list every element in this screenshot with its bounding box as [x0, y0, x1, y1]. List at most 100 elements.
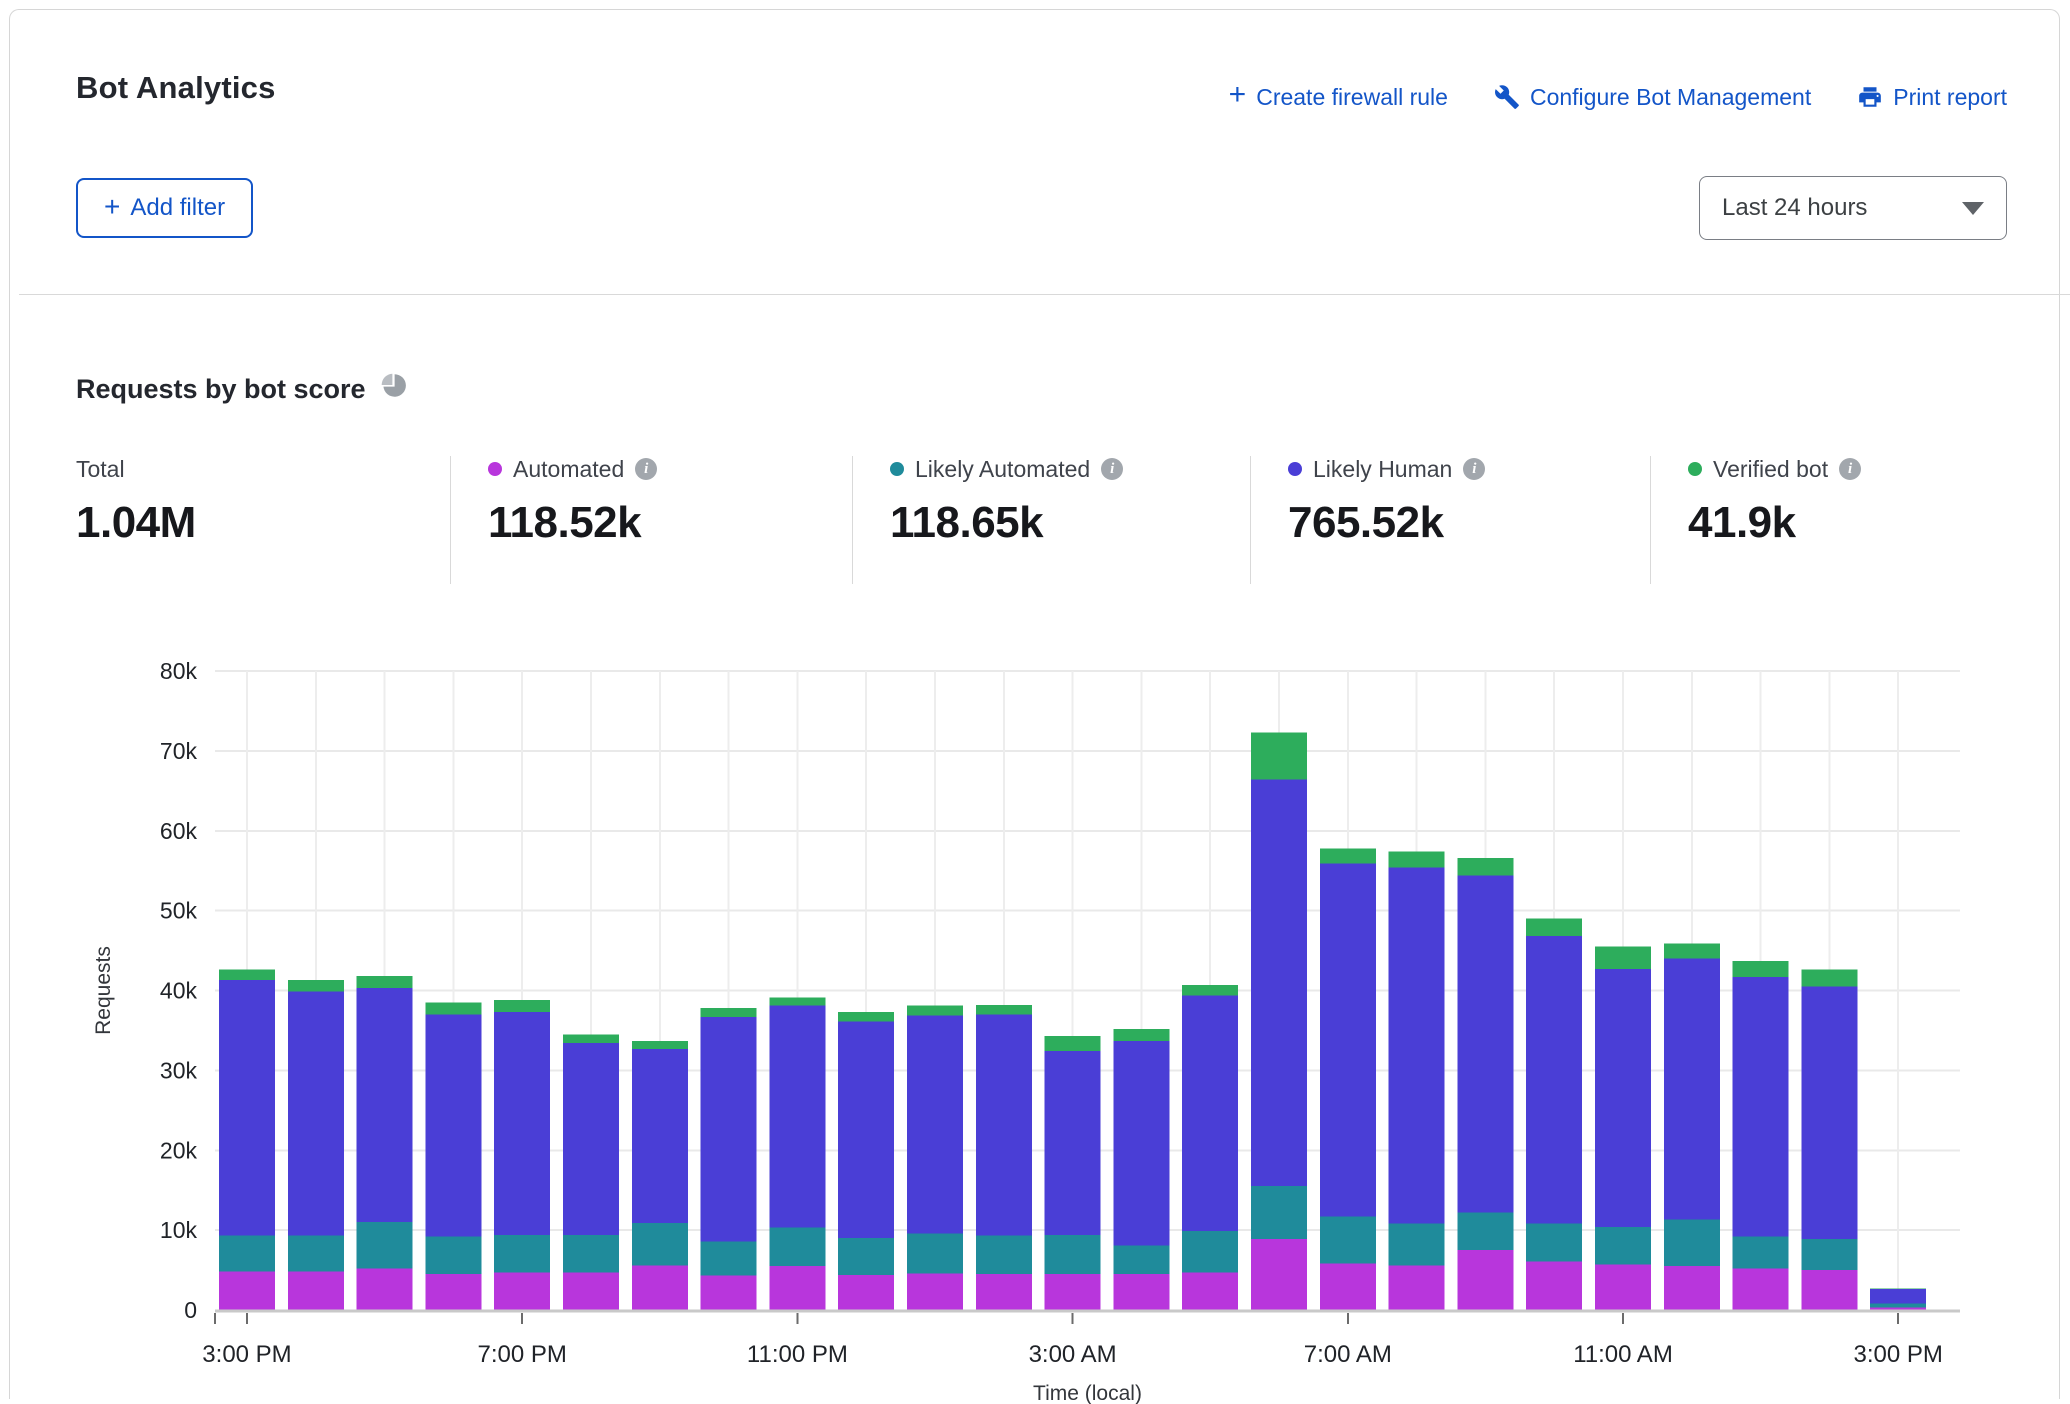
bar-segment-likely-human[interactable] — [1526, 936, 1582, 1224]
bar-segment-verified-bot[interactable] — [425, 1002, 481, 1014]
bar-segment-likely-automated[interactable] — [1664, 1220, 1720, 1266]
info-icon[interactable]: i — [1463, 458, 1485, 480]
bar-segment-verified-bot[interactable] — [1457, 858, 1513, 876]
bar-segment-automated[interactable] — [1251, 1239, 1307, 1310]
bar-segment-verified-bot[interactable] — [838, 1012, 894, 1022]
bar-segment-likely-human[interactable] — [1457, 875, 1513, 1212]
bar-segment-likely-automated[interactable] — [563, 1235, 619, 1273]
bar-segment-verified-bot[interactable] — [976, 1005, 1032, 1015]
bar-segment-automated[interactable] — [1733, 1268, 1789, 1310]
bar-segment-likely-human[interactable] — [1389, 867, 1445, 1223]
bar-segment-likely-human[interactable] — [907, 1015, 963, 1233]
bar-segment-likely-automated[interactable] — [494, 1235, 550, 1273]
bar-segment-verified-bot[interactable] — [1870, 1288, 1926, 1289]
bar-segment-automated[interactable] — [632, 1265, 688, 1310]
info-icon[interactable]: i — [1101, 458, 1123, 480]
bar-segment-likely-automated[interactable] — [1595, 1227, 1651, 1265]
bar-segment-likely-automated[interactable] — [219, 1236, 275, 1272]
bar-segment-verified-bot[interactable] — [1045, 1036, 1101, 1051]
bar-segment-automated[interactable] — [1595, 1264, 1651, 1310]
bar-segment-likely-automated[interactable] — [1045, 1235, 1101, 1274]
bar-segment-likely-human[interactable] — [632, 1049, 688, 1223]
bar-segment-likely-human[interactable] — [563, 1043, 619, 1235]
bar-segment-likely-automated[interactable] — [1251, 1186, 1307, 1239]
bar-segment-likely-automated[interactable] — [976, 1236, 1032, 1274]
bar-segment-verified-bot[interactable] — [701, 1008, 757, 1017]
bar-segment-likely-human[interactable] — [1251, 780, 1307, 1187]
bar-segment-automated[interactable] — [1113, 1274, 1169, 1310]
bar-segment-automated[interactable] — [1526, 1261, 1582, 1310]
bar-segment-likely-human[interactable] — [357, 988, 413, 1222]
bar-segment-automated[interactable] — [494, 1272, 550, 1310]
bar-segment-verified-bot[interactable] — [632, 1041, 688, 1049]
bar-segment-likely-automated[interactable] — [425, 1237, 481, 1275]
bar-segment-automated[interactable] — [701, 1276, 757, 1310]
bar-segment-likely-human[interactable] — [976, 1014, 1032, 1235]
bar-segment-automated[interactable] — [1457, 1250, 1513, 1310]
bar-segment-verified-bot[interactable] — [288, 980, 344, 991]
bar-segment-likely-automated[interactable] — [632, 1223, 688, 1265]
bar-segment-likely-human[interactable] — [1320, 863, 1376, 1216]
bar-segment-likely-human[interactable] — [1182, 995, 1238, 1231]
bar-segment-likely-automated[interactable] — [1870, 1304, 1926, 1308]
bar-segment-verified-bot[interactable] — [1526, 919, 1582, 937]
bar-segment-automated[interactable] — [1664, 1266, 1720, 1310]
bar-segment-verified-bot[interactable] — [1801, 970, 1857, 987]
bar-segment-likely-automated[interactable] — [1526, 1224, 1582, 1262]
bar-segment-likely-automated[interactable] — [1182, 1231, 1238, 1273]
add-filter-button[interactable]: + Add filter — [76, 178, 253, 238]
bar-segment-automated[interactable] — [1389, 1265, 1445, 1310]
bar-segment-likely-automated[interactable] — [357, 1222, 413, 1268]
bar-segment-automated[interactable] — [838, 1275, 894, 1310]
create-firewall-rule-link[interactable]: + Create firewall rule — [1229, 82, 1448, 112]
bar-segment-automated[interactable] — [1320, 1264, 1376, 1310]
bar-segment-automated[interactable] — [907, 1273, 963, 1310]
bar-segment-likely-human[interactable] — [1870, 1289, 1926, 1303]
bar-segment-likely-automated[interactable] — [1801, 1239, 1857, 1270]
info-icon[interactable]: i — [635, 458, 657, 480]
bar-segment-likely-human[interactable] — [838, 1022, 894, 1238]
bar-segment-verified-bot[interactable] — [219, 970, 275, 980]
bar-segment-verified-bot[interactable] — [1320, 848, 1376, 863]
bar-segment-verified-bot[interactable] — [1595, 947, 1651, 969]
info-icon[interactable]: i — [1839, 458, 1861, 480]
bar-segment-likely-human[interactable] — [1664, 959, 1720, 1220]
bar-segment-automated[interactable] — [1801, 1270, 1857, 1310]
bar-segment-automated[interactable] — [288, 1272, 344, 1310]
bar-segment-verified-bot[interactable] — [1389, 852, 1445, 868]
bar-segment-likely-human[interactable] — [219, 980, 275, 1236]
bar-segment-likely-automated[interactable] — [1733, 1237, 1789, 1269]
bar-segment-verified-bot[interactable] — [1733, 961, 1789, 977]
bar-segment-likely-human[interactable] — [1045, 1051, 1101, 1235]
bar-segment-likely-human[interactable] — [1113, 1041, 1169, 1245]
bar-segment-likely-automated[interactable] — [1389, 1224, 1445, 1266]
bar-segment-likely-automated[interactable] — [1320, 1217, 1376, 1264]
print-report-link[interactable]: Print report — [1857, 84, 2007, 111]
bar-segment-likely-human[interactable] — [1595, 969, 1651, 1227]
bar-segment-verified-bot[interactable] — [907, 1006, 963, 1016]
bar-segment-likely-automated[interactable] — [1457, 1213, 1513, 1251]
bar-segment-verified-bot[interactable] — [1182, 985, 1238, 995]
bar-segment-verified-bot[interactable] — [1113, 1029, 1169, 1041]
bar-segment-likely-human[interactable] — [701, 1017, 757, 1241]
bar-segment-likely-human[interactable] — [288, 991, 344, 1235]
bar-segment-likely-human[interactable] — [425, 1014, 481, 1236]
bar-segment-likely-automated[interactable] — [1113, 1245, 1169, 1274]
bar-segment-likely-automated[interactable] — [907, 1233, 963, 1273]
bar-segment-verified-bot[interactable] — [1664, 943, 1720, 958]
bar-segment-verified-bot[interactable] — [769, 998, 825, 1006]
bar-segment-automated[interactable] — [976, 1274, 1032, 1310]
bar-segment-verified-bot[interactable] — [563, 1034, 619, 1043]
bar-segment-automated[interactable] — [769, 1266, 825, 1310]
bar-segment-verified-bot[interactable] — [1251, 733, 1307, 780]
bar-segment-likely-automated[interactable] — [769, 1228, 825, 1266]
bar-segment-likely-human[interactable] — [769, 1006, 825, 1228]
bar-segment-verified-bot[interactable] — [357, 976, 413, 988]
bar-segment-likely-human[interactable] — [1801, 987, 1857, 1239]
bar-segment-likely-automated[interactable] — [701, 1241, 757, 1275]
bar-segment-likely-human[interactable] — [494, 1012, 550, 1235]
time-range-select[interactable]: Last 24 hours — [1699, 176, 2007, 240]
bar-segment-automated[interactable] — [1045, 1274, 1101, 1310]
bar-segment-verified-bot[interactable] — [494, 1000, 550, 1012]
bar-segment-likely-human[interactable] — [1733, 977, 1789, 1237]
